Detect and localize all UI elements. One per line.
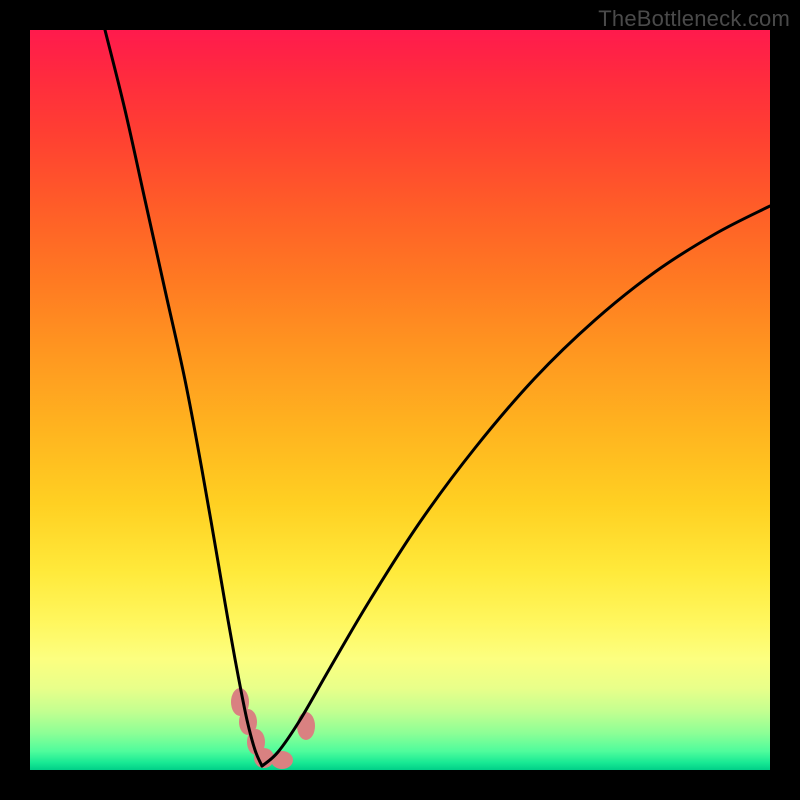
blob-bottom-2 [271,751,293,769]
watermark-text: TheBottleneck.com [598,6,790,32]
blob-right-1 [297,712,315,740]
left-branch-curve [105,30,262,766]
chart-frame: TheBottleneck.com [0,0,800,800]
plot-area [30,30,770,770]
right-branch-curve [262,206,770,766]
chart-svg [30,30,770,770]
